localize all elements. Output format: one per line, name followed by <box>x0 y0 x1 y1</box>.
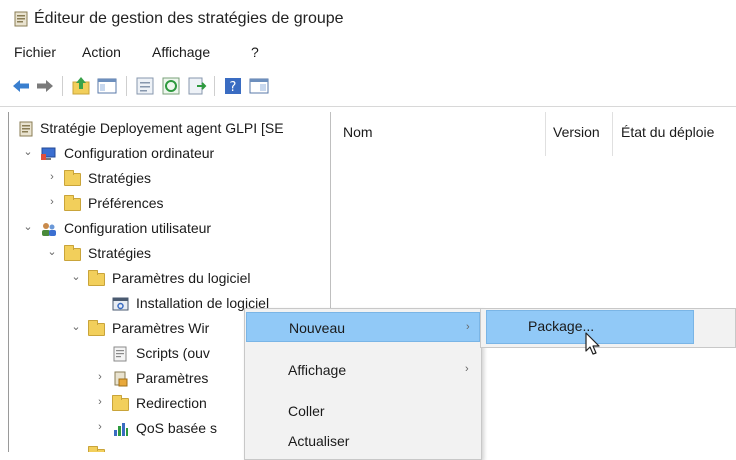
context-menu: Nouveau › Affichage › Coller Actualiser <box>244 308 482 460</box>
gpo-editor-icon <box>14 11 28 27</box>
column-divider[interactable] <box>545 112 546 156</box>
tree-item-label: Paramètres <box>136 370 209 386</box>
menu-item-label: Actualiser <box>288 433 350 449</box>
column-header-name[interactable]: Nom <box>343 124 373 140</box>
chevron-down-icon[interactable]: ⌄ <box>70 321 82 333</box>
tree-item-label: Stratégies <box>88 170 152 186</box>
tree-item-computer-config[interactable]: ⌄ Configuration ordinateur <box>8 143 330 167</box>
mouse-pointer-icon <box>585 332 600 355</box>
svg-text:?: ? <box>230 80 237 95</box>
tree-item-label: QoS basée s <box>136 420 217 436</box>
toolbar: ? <box>0 66 736 107</box>
menu-item-label: Coller <box>288 403 325 419</box>
context-menu-item-new[interactable]: Nouveau › <box>246 312 480 342</box>
folder-redirect-icon <box>112 395 129 411</box>
tree-item-computer-preferences[interactable]: › Préférences <box>8 193 330 217</box>
menu-item-label: Nouveau <box>289 320 346 336</box>
folder-icon <box>88 270 105 286</box>
context-menu-item-view[interactable]: Affichage › <box>246 355 480 385</box>
properties-icon[interactable] <box>134 75 156 97</box>
chevron-down-icon[interactable]: ⌄ <box>22 146 34 158</box>
chevron-right-icon[interactable]: › <box>46 171 58 183</box>
tree-item-root-policy[interactable]: Stratégie Deployement agent GLPI [SE <box>8 118 330 142</box>
folder-icon <box>64 170 81 186</box>
folder-icon <box>64 245 81 261</box>
user-config-icon <box>42 223 56 236</box>
menu-item-label: Affichage <box>288 362 347 378</box>
column-header-deployment-state[interactable]: État du déploie <box>621 124 714 140</box>
forward-icon[interactable] <box>34 75 56 97</box>
tree-item-label: Préférences <box>88 195 164 211</box>
up-folder-icon[interactable] <box>70 75 92 97</box>
tree-item-user-policies[interactable]: ⌄ Stratégies <box>8 243 330 267</box>
window-title: Éditeur de gestion des stratégies de gro… <box>34 10 344 27</box>
menu-bar: Fichier Action Affichage ? <box>0 38 736 66</box>
show-hide-tree-icon[interactable] <box>96 75 118 97</box>
tree-item-label: Scripts (ouv <box>136 345 210 361</box>
column-header-version[interactable]: Version <box>553 124 600 140</box>
tree-item-label: Stratégie Deployement agent GLPI [SE <box>40 120 284 136</box>
menu-action[interactable]: Action <box>82 44 121 60</box>
chevron-right-icon[interactable]: › <box>46 196 58 208</box>
folder-icon <box>88 320 105 336</box>
chevron-down-icon[interactable]: ⌄ <box>46 246 58 258</box>
context-menu-item-paste[interactable]: Coller <box>246 396 480 426</box>
refresh-icon[interactable] <box>160 75 182 97</box>
tree-item-label: Paramètres Wir <box>112 320 210 336</box>
chevron-right-icon: › <box>466 321 470 333</box>
menu-help[interactable]: ? <box>251 44 259 60</box>
export-list-icon[interactable] <box>186 75 208 97</box>
software-install-icon <box>112 297 129 311</box>
tree-item-software-settings[interactable]: ⌄ Paramètres du logiciel <box>8 268 330 292</box>
menu-file[interactable]: Fichier <box>14 44 56 60</box>
tree-item-label: Paramètres du logiciel <box>112 270 251 286</box>
chevron-down-icon[interactable]: ⌄ <box>22 221 34 233</box>
policy-icon <box>19 121 33 137</box>
tree-item-label: Configuration utilisateur <box>64 220 212 236</box>
chevron-down-icon[interactable]: ⌄ <box>70 271 82 283</box>
chevron-right-icon: › <box>465 363 469 375</box>
toolbar-separator <box>126 76 127 96</box>
security-settings-icon <box>114 371 128 387</box>
chevron-right-icon[interactable]: › <box>94 396 106 408</box>
toolbar-separator <box>62 76 63 96</box>
view-icon[interactable] <box>248 75 270 97</box>
tree-item-label: Stratégies <box>88 245 152 261</box>
column-divider[interactable] <box>612 112 613 156</box>
help-icon[interactable]: ? <box>222 75 244 97</box>
tree-item-computer-policies[interactable]: › Stratégies <box>8 168 330 192</box>
script-icon <box>113 346 127 362</box>
toolbar-separator <box>214 76 215 96</box>
back-icon[interactable] <box>10 75 32 97</box>
tree-item-label: Configuration ordinateur <box>64 145 215 161</box>
qos-chart-icon <box>114 423 128 436</box>
tree-item-user-config[interactable]: ⌄ Configuration utilisateur <box>8 218 330 242</box>
tree-item-label: Redirection <box>136 395 207 411</box>
computer-config-icon <box>41 147 56 160</box>
menu-view[interactable]: Affichage <box>152 44 210 60</box>
chevron-right-icon[interactable]: › <box>94 421 106 433</box>
chevron-right-icon[interactable]: › <box>94 371 106 383</box>
folder-icon <box>64 195 81 211</box>
title-bar: Éditeur de gestion des stratégies de gro… <box>0 0 736 38</box>
